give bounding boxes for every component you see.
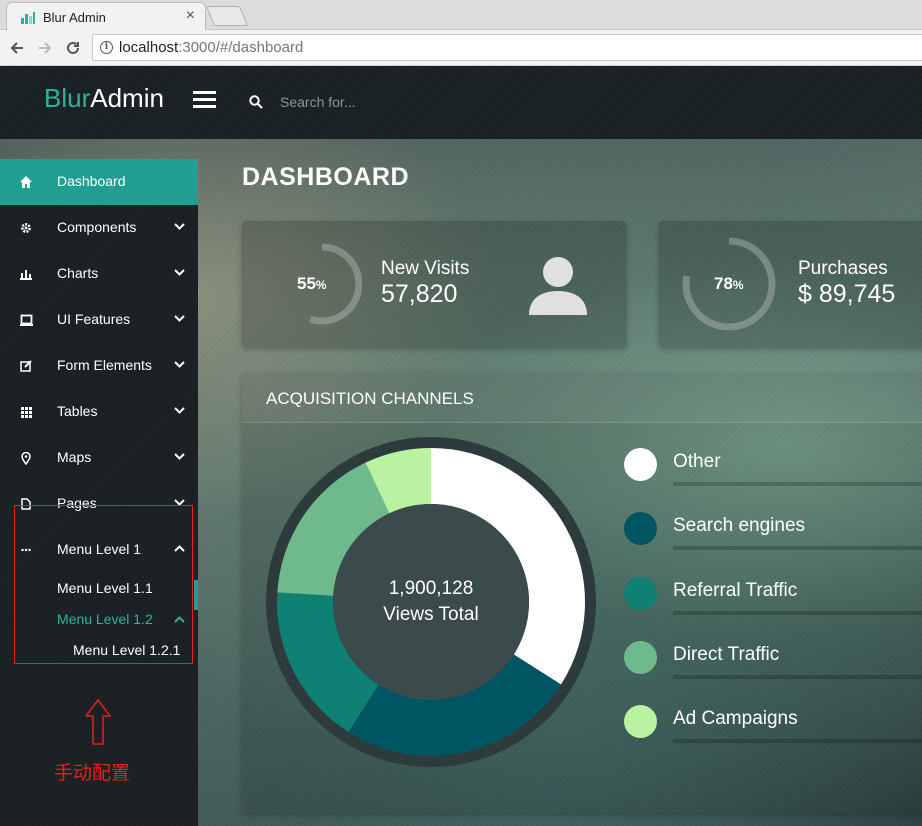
chevron-down-icon[interactable] (174, 221, 185, 232)
gear-icon (19, 221, 33, 235)
app-background: BlurAdmin Dashboard Components (0, 67, 922, 826)
info-icon[interactable]: i (100, 41, 113, 54)
page-title: DASHBOARD (242, 163, 409, 191)
donut-center-label: 1,900,128 Views Total (266, 576, 596, 628)
legend-underline (673, 739, 922, 743)
top-bar: BlurAdmin (0, 67, 922, 139)
legend-label: Other (673, 451, 721, 472)
laptop-icon (19, 313, 33, 327)
browser-toolbar: i localhost:3000/#/dashboard (0, 30, 922, 66)
card-header: ACQUISITION CHANNELS (242, 373, 922, 423)
chevron-up-icon[interactable] (174, 543, 185, 554)
legend-item-other[interactable]: Other (622, 448, 922, 488)
legend-underline (673, 611, 922, 615)
sidebar-item-maps[interactable]: Maps (0, 435, 198, 481)
sidebar-subitem-level-1-2-1[interactable]: Menu Level 1.2.1 (73, 642, 180, 658)
home-icon (19, 175, 33, 189)
browser-tab-bar: Blur Admin × (0, 0, 922, 31)
sidebar-item-dashboard[interactable]: Dashboard (0, 159, 198, 205)
bar-chart-icon (19, 267, 33, 281)
chevron-down-icon[interactable] (174, 451, 185, 462)
legend-dot (624, 705, 657, 738)
sidebar-item-menu-level-1[interactable]: Menu Level 1 (0, 527, 198, 573)
legend-underline (673, 482, 922, 486)
grid-icon (19, 405, 33, 419)
purchases-label: Purchases (798, 258, 888, 279)
acquisition-channels-card: ACQUISITION CHANNELS 1,900,128 Views Tot… (242, 373, 922, 813)
menu-toggle-icon[interactable] (193, 91, 216, 108)
annotation-note: 手动配置 (54, 762, 131, 784)
chevron-up-icon[interactable] (174, 614, 185, 625)
sidebar-subitem-level-1-2[interactable]: Menu Level 1.2 (57, 611, 153, 627)
views-total-value: 1,900,128 (388, 578, 474, 599)
edit-icon (19, 359, 33, 373)
sidebar-item-pages[interactable]: Pages (0, 481, 198, 527)
legend-item-search-engines[interactable]: Search engines (622, 512, 922, 552)
tab-close-icon[interactable]: × (186, 7, 195, 25)
chevron-down-icon[interactable] (174, 497, 185, 508)
chevron-down-icon[interactable] (174, 267, 185, 278)
tab-title: Blur Admin (43, 10, 106, 25)
sidebar-item-label: Form Elements (57, 357, 152, 373)
new-visits-label: New Visits (381, 258, 470, 279)
reload-icon[interactable] (62, 37, 84, 59)
back-arrow-icon[interactable] (6, 37, 28, 59)
sidebar-item-charts[interactable]: Charts (0, 251, 198, 297)
sidebar-subitem-level-1-1[interactable]: Menu Level 1.1 (57, 580, 153, 596)
sidebar-item-label: Tables (57, 403, 98, 419)
url-text: localhost:3000/#/dashboard (119, 39, 304, 56)
chevron-down-icon[interactable] (174, 313, 185, 324)
legend-label: Search engines (673, 515, 806, 536)
sidebar-item-components[interactable]: Components (0, 205, 198, 251)
legend-item-direct-traffic[interactable]: Direct Traffic (622, 641, 922, 681)
browser-tab[interactable]: Blur Admin × (6, 2, 206, 31)
chevron-down-icon[interactable] (174, 405, 185, 416)
sidebar-item-tables[interactable]: Tables (0, 389, 198, 435)
sidebar-item-label: Components (57, 219, 137, 235)
sidebar-item-label: UI Features (57, 311, 131, 327)
sidebar-item-label: Menu Level 1 (57, 541, 142, 557)
sidebar-item-ui-features[interactable]: UI Features (0, 297, 198, 343)
sidebar-item-label: Pages (57, 495, 97, 511)
bar-chart-favicon-icon (21, 12, 35, 24)
file-icon (19, 497, 33, 511)
sidebar-item-label: Maps (57, 449, 92, 465)
search-icon[interactable] (249, 95, 263, 109)
purchases-percent: 78% (714, 274, 744, 293)
sidebar: Dashboard Components Charts UI Features (0, 159, 198, 826)
legend-label: Referral Traffic (673, 580, 798, 601)
legend-label: Direct Traffic (673, 644, 780, 665)
map-pin-icon (19, 451, 33, 465)
active-item-marker (194, 580, 198, 610)
legend-item-ad-campaigns[interactable]: Ad Campaigns (622, 705, 922, 745)
card-title: ACQUISITION CHANNELS (266, 389, 474, 408)
new-visits-percent: 55% (297, 274, 327, 293)
legend-item-referral-traffic[interactable]: Referral Traffic (622, 577, 922, 617)
stat-card-purchases: 78% Purchases $ 89,745 (659, 221, 922, 347)
logo[interactable]: BlurAdmin (44, 83, 164, 114)
legend-label: Ad Campaigns (673, 708, 798, 729)
legend-dot (624, 448, 657, 481)
legend-underline (673, 546, 922, 550)
sidebar-item-label: Charts (57, 265, 99, 281)
legend-dot (624, 512, 657, 545)
more-icon (19, 543, 33, 557)
address-bar[interactable]: i localhost:3000/#/dashboard (92, 34, 922, 61)
sidebar-item-form-elements[interactable]: Form Elements (0, 343, 198, 389)
legend-underline (673, 675, 922, 679)
forward-arrow-icon[interactable] (34, 37, 56, 59)
search-input[interactable] (272, 91, 472, 113)
views-total-label: Views Total (383, 604, 479, 625)
new-tab-button[interactable] (205, 6, 249, 26)
donut-chart: 1,900,128 Views Total (266, 437, 596, 767)
annotation-arrow-icon (85, 699, 111, 745)
new-visits-value: 57,820 (381, 280, 458, 308)
purchases-value: $ 89,745 (798, 280, 896, 308)
person-icon (529, 257, 587, 315)
stat-card-new-visits: 55% New Visits 57,820 (242, 221, 626, 347)
legend-dot (624, 641, 657, 674)
sidebar-item-label: Dashboard (57, 173, 126, 189)
legend-dot (624, 577, 657, 610)
chevron-down-icon[interactable] (174, 359, 185, 370)
